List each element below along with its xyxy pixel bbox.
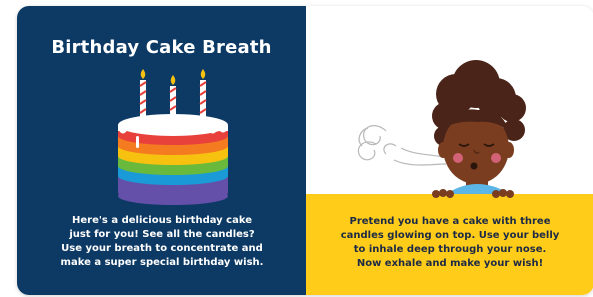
cake-body [118, 114, 228, 205]
left-page: Birthday Cake Breath Here's a delicious … [17, 6, 306, 295]
birthday-cake-illustration [118, 69, 228, 205]
right-page: Pretend you have a cake with three candl… [306, 6, 593, 295]
book-spread: Birthday Cake Breath Here's a delicious … [17, 6, 593, 295]
right-page-text: Pretend you have a cake with three candl… [340, 216, 560, 269]
page-title: Birthday Cake Breath [51, 37, 272, 58]
hands-on-table [432, 189, 514, 198]
left-page-text: Here's a delicious birthday cake just fo… [60, 215, 264, 268]
